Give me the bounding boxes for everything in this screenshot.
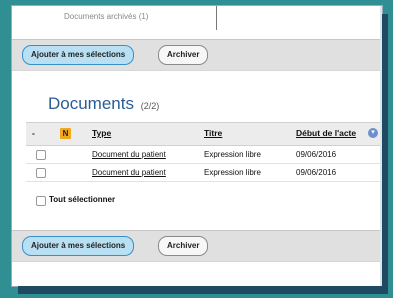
document-count: (2/2) bbox=[140, 101, 160, 111]
panel-edge bbox=[380, 6, 382, 286]
page-title-text: Documents bbox=[48, 94, 134, 113]
documents-table: - N Type Titre Début de l'acte ▾ Documen… bbox=[26, 122, 382, 182]
archived-tab-label[interactable]: Documents archivés (1) bbox=[64, 12, 148, 21]
select-all[interactable]: Tout sélectionner bbox=[36, 195, 115, 206]
select-all-checkbox[interactable] bbox=[36, 196, 46, 206]
table-header: - N Type Titre Début de l'acte ▾ bbox=[26, 122, 382, 146]
row-titre: Expression libre bbox=[204, 150, 261, 159]
page-title: Documents (2/2) bbox=[48, 94, 159, 114]
row-type-link[interactable]: Document du patient bbox=[92, 150, 166, 159]
row-type-link[interactable]: Document du patient bbox=[92, 168, 166, 177]
documents-panel: Documents archivés (1) Ajouter à mes sél… bbox=[12, 6, 382, 286]
row-date: 09/06/2016 bbox=[296, 150, 337, 159]
column-dash[interactable]: - bbox=[32, 128, 35, 138]
row-date: 09/06/2016 bbox=[296, 168, 337, 177]
add-to-selection-button[interactable]: Ajouter à mes sélections bbox=[22, 45, 135, 65]
top-toolbar: Ajouter à mes sélections Archiver bbox=[12, 39, 382, 71]
column-debut-acte[interactable]: Début de l'acte bbox=[296, 128, 356, 138]
archive-button[interactable]: Archiver bbox=[158, 236, 209, 256]
archive-button[interactable]: Archiver bbox=[158, 45, 209, 65]
column-titre[interactable]: Titre bbox=[204, 128, 222, 138]
tab-separator bbox=[216, 6, 217, 30]
row-checkbox[interactable] bbox=[36, 168, 46, 178]
n-badge-icon[interactable]: N bbox=[60, 128, 71, 139]
chevron-down-icon[interactable]: ▾ bbox=[368, 128, 378, 138]
table-row: Document du patient Expression libre 09/… bbox=[26, 164, 382, 182]
add-to-selection-button[interactable]: Ajouter à mes sélections bbox=[22, 236, 135, 256]
bottom-toolbar: Ajouter à mes sélections Archiver bbox=[12, 230, 382, 262]
table-row: Document du patient Expression libre 09/… bbox=[26, 146, 382, 164]
column-type[interactable]: Type bbox=[92, 128, 111, 138]
archived-tab[interactable]: Documents archivés (1) bbox=[12, 6, 382, 30]
row-checkbox[interactable] bbox=[36, 150, 46, 160]
select-all-label[interactable]: Tout sélectionner bbox=[49, 195, 115, 204]
row-titre: Expression libre bbox=[204, 168, 261, 177]
